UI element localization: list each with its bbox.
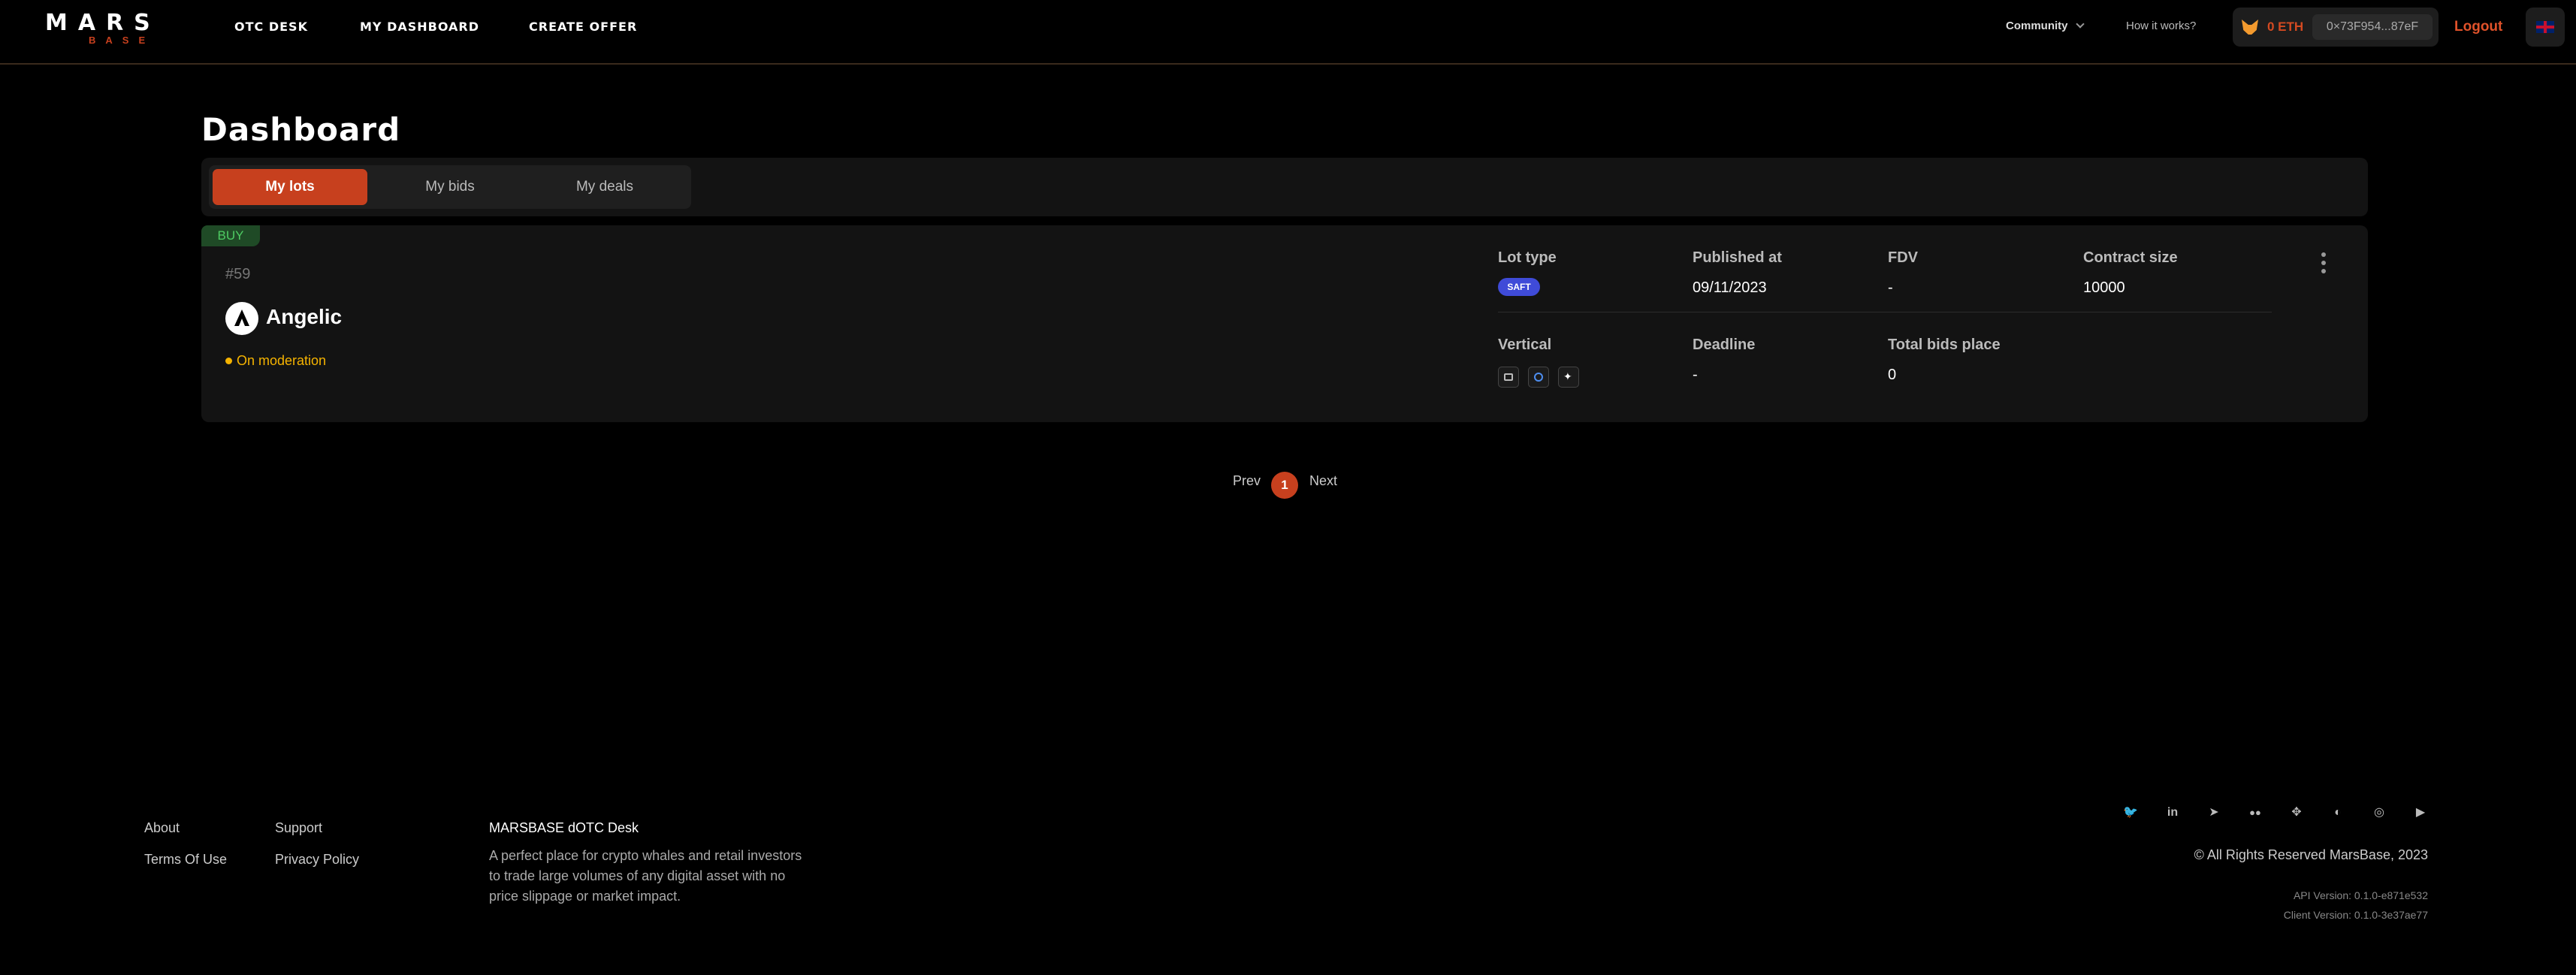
- status-text: On moderation: [237, 353, 327, 368]
- youtube-icon[interactable]: ▶: [2411, 804, 2430, 822]
- footer-about-link[interactable]: About: [144, 820, 180, 836]
- status-dot-icon: [225, 358, 232, 364]
- prev-page-button[interactable]: Prev: [1233, 473, 1261, 489]
- lot-type-label: Lot type: [1498, 249, 1557, 266]
- status-badge: On moderation: [225, 353, 326, 369]
- client-version: Client Version: 0.1.0-3e37ae77: [2283, 909, 2428, 921]
- tab-my-lots[interactable]: My lots: [213, 169, 367, 205]
- top-header: MARS BASE OTC DESK MY DASHBOARD CREATE O…: [0, 0, 2576, 65]
- deadline-value: -: [1693, 367, 1698, 383]
- wallet-balance: 0 ETH: [2267, 20, 2304, 34]
- lot-number: #59: [225, 266, 251, 282]
- fdv-label: FDV: [1888, 249, 1918, 266]
- page-number-current[interactable]: 1: [1271, 472, 1298, 499]
- page-title: Dashboard: [201, 111, 401, 148]
- uk-flag-icon: [2536, 21, 2554, 33]
- contract-size-label: Contract size: [2083, 249, 2178, 266]
- card-icon: [1498, 367, 1519, 388]
- logout-button[interactable]: Logout: [2454, 19, 2502, 35]
- total-bids-label: Total bids place: [1888, 337, 2001, 353]
- community-dropdown[interactable]: Community: [2006, 20, 2085, 32]
- nav-otc-desk[interactable]: OTC DESK: [234, 20, 308, 34]
- total-bids-value: 0: [1888, 367, 1897, 383]
- next-page-button[interactable]: Next: [1309, 473, 1337, 489]
- deadline-label: Deadline: [1693, 337, 1756, 353]
- linkedin-icon[interactable]: in: [2164, 804, 2182, 822]
- contract-size-value: 10000: [2083, 279, 2125, 296]
- api-version: API Version: 0.1.0-e871e532: [2293, 889, 2428, 901]
- wallet-widget[interactable]: 0 ETH 0×73F954...87eF: [2233, 8, 2439, 47]
- logo-subtext: BASE: [89, 35, 156, 46]
- more-options-icon[interactable]: [2320, 252, 2327, 278]
- telegram-icon[interactable]: ➤: [2205, 804, 2223, 822]
- medium-icon[interactable]: ●●: [2246, 804, 2264, 822]
- twitter-icon[interactable]: 🐦: [2122, 804, 2140, 822]
- logo-text: MARS: [45, 10, 161, 36]
- wallet-address[interactable]: 0×73F954...87eF: [2312, 14, 2433, 40]
- footer-privacy-link[interactable]: Privacy Policy: [275, 852, 359, 868]
- chevron-down-icon: [2075, 20, 2085, 29]
- lot-card[interactable]: BUY #59 Angelic On moderation Lot type S…: [201, 225, 2368, 422]
- nav-my-dashboard[interactable]: MY DASHBOARD: [360, 20, 479, 34]
- footer-description: A perfect place for crypto whales and re…: [489, 848, 802, 904]
- vertical-label: Vertical: [1498, 337, 1552, 353]
- github-icon[interactable]: ◐: [2329, 804, 2347, 822]
- how-it-works-link[interactable]: How it works?: [2126, 20, 2196, 32]
- dashboard-tabs: My lots My bids My deals: [209, 165, 691, 209]
- angelic-token-icon: [225, 302, 258, 335]
- metamask-icon: [2242, 20, 2258, 35]
- published-label: Published at: [1693, 249, 1782, 266]
- lot-type-badge: SAFT: [1498, 278, 1540, 296]
- footer-title: MARSBASE dOTC Desk: [489, 820, 639, 835]
- fdv-value: -: [1888, 279, 1893, 296]
- footer-terms-link[interactable]: Terms Of Use: [144, 852, 227, 868]
- instagram-icon[interactable]: ◎: [2370, 804, 2388, 822]
- coinmarketcap-icon[interactable]: ✥: [2288, 804, 2306, 822]
- nav-create-offer[interactable]: CREATE OFFER: [529, 20, 637, 34]
- community-label: Community: [2006, 20, 2068, 32]
- globe-icon: [1528, 367, 1549, 388]
- lot-side-badge: BUY: [201, 225, 260, 246]
- tab-my-bids[interactable]: My bids: [373, 169, 527, 205]
- token-name: Angelic: [266, 305, 343, 328]
- star-icon: ✦: [1558, 367, 1579, 388]
- tabs-bar: My lots My bids My deals: [201, 158, 2368, 216]
- footer-support-link[interactable]: Support: [275, 820, 322, 836]
- language-selector[interactable]: [2526, 8, 2565, 47]
- copyright-text: © All Rights Reserved MarsBase, 2023: [2194, 847, 2428, 862]
- tab-my-deals[interactable]: My deals: [527, 169, 682, 205]
- published-value: 09/11/2023: [1693, 279, 1767, 296]
- marsbase-logo[interactable]: MARS BASE: [45, 10, 173, 47]
